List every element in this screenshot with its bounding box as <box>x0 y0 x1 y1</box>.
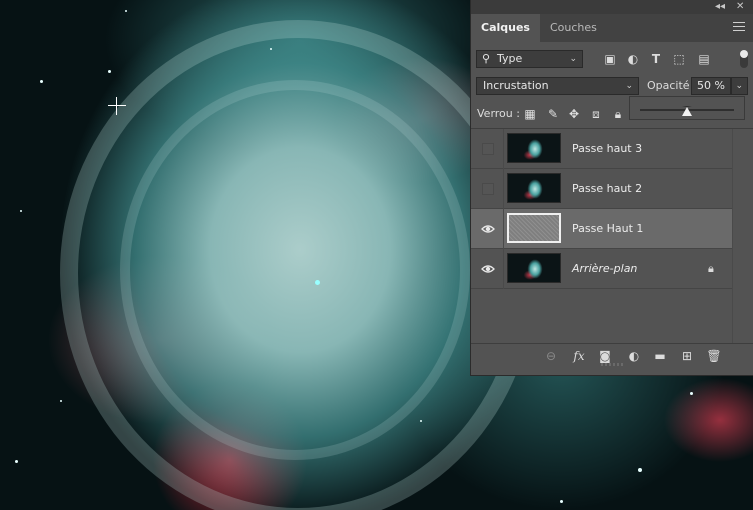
search-icon: ⚲ <box>482 52 491 65</box>
layer-lock-icon <box>708 222 720 236</box>
lock-position-icon[interactable]: ✥ <box>567 107 581 121</box>
layer-row[interactable]: Passe Haut 1 <box>471 209 734 249</box>
star <box>420 420 422 422</box>
chevron-down-icon: ⌄ <box>625 81 633 91</box>
layer-row[interactable]: Arrière-plan 🔒︎ <box>471 249 734 289</box>
visibility-toggle-icon[interactable] <box>481 262 495 276</box>
image-filter-icon[interactable]: ▣ <box>603 52 617 66</box>
collapse-panel-icon[interactable]: ◂◂ <box>715 0 725 14</box>
fx-icon[interactable]: fx <box>571 349 587 363</box>
panel-tabs: Calques Couches <box>471 14 753 42</box>
star <box>270 48 272 50</box>
layer-lock-icon <box>708 182 720 196</box>
layer-thumbnail <box>507 253 561 283</box>
adjustment-filter-icon[interactable]: ◐ <box>626 52 640 66</box>
panel-title-strip: ◂◂ ✕ <box>471 0 753 14</box>
opacity-input[interactable]: 50 % <box>691 77 731 95</box>
visibility-toggle-icon[interactable] <box>481 222 495 236</box>
opacity-label: Opacité : <box>647 79 697 92</box>
star <box>560 500 563 503</box>
opacity-value: 50 % <box>697 79 725 92</box>
lock-all-icon[interactable]: 🔒︎ <box>611 107 625 121</box>
layer-name: Passe haut 3 <box>572 142 643 155</box>
chevron-down-icon: ⌄ <box>735 81 743 91</box>
opacity-dropdown-button[interactable]: ⌄ <box>731 77 748 95</box>
text-filter-icon[interactable]: T <box>649 52 663 66</box>
layer-row[interactable]: Passe haut 2 <box>471 169 734 209</box>
lock-image-icon[interactable]: ✎ <box>546 107 560 121</box>
layers-list: Passe haut 3 Passe haut 2 Passe Haut 1 A… <box>471 129 734 289</box>
layer-thumbnail <box>507 133 561 163</box>
opacity-slider-popup <box>629 96 745 120</box>
nebula-inner-shell <box>120 80 470 460</box>
layer-thumbnail <box>507 213 561 243</box>
filter-toggle[interactable] <box>740 50 748 68</box>
lock-artboard-icon[interactable]: ⧈ <box>589 107 603 121</box>
layer-name: Passe Haut 1 <box>572 222 644 235</box>
smart-object-filter-icon[interactable]: ▤ <box>697 52 711 66</box>
star <box>20 210 22 212</box>
star <box>40 80 43 83</box>
tab-calques[interactable]: Calques <box>471 14 540 42</box>
opacity-slider-thumb[interactable] <box>682 106 692 116</box>
blend-mode-select[interactable]: Incrustation ⌄ <box>476 77 639 95</box>
adjustment-layer-icon[interactable]: ◐ <box>626 349 642 363</box>
panel-menu-icon[interactable] <box>733 22 745 32</box>
star <box>315 280 320 285</box>
lock-transparent-icon[interactable]: ▦ <box>523 107 537 121</box>
filter-kind-select[interactable]: ⚲ Type ⌄ <box>476 50 583 68</box>
close-panel-icon[interactable]: ✕ <box>736 0 744 14</box>
column-divider <box>503 169 504 209</box>
layers-scrollbar[interactable] <box>732 129 753 343</box>
star <box>60 400 62 402</box>
trash-icon[interactable]: 🗑︎ <box>706 349 722 363</box>
layer-lock-icon <box>708 142 720 156</box>
star <box>690 392 693 395</box>
layer-thumbnail <box>507 173 561 203</box>
column-divider <box>503 209 504 249</box>
tab-couches[interactable]: Couches <box>540 14 607 42</box>
layer-filter-row: ⚲ Type ⌄ ▣ ◐ T ⬚ ▤ <box>475 50 750 70</box>
column-divider <box>503 129 504 169</box>
resize-grip[interactable] <box>601 363 623 366</box>
crosshair-cursor-icon <box>108 97 126 115</box>
star <box>638 468 642 472</box>
layer-name: Passe haut 2 <box>572 182 643 195</box>
layer-lock-icon: 🔒︎ <box>708 262 714 275</box>
blend-opacity-row: Incrustation ⌄ Opacité : 50 % ⌄ <box>475 77 750 97</box>
star <box>15 460 18 463</box>
chevron-down-icon: ⌄ <box>569 54 577 64</box>
layer-row[interactable]: Passe haut 3 <box>471 129 734 169</box>
blend-mode-value: Incrustation <box>483 79 549 92</box>
shape-filter-icon[interactable]: ⬚ <box>672 52 686 66</box>
star <box>125 10 127 12</box>
layers-bottom-toolbar: ⊖ fx ◙ ◐ ▬ ⊞ 🗑︎ <box>471 343 753 368</box>
link-layers-icon[interactable]: ⊖ <box>543 349 559 363</box>
group-folder-icon[interactable]: ▬ <box>652 349 668 363</box>
layer-name: Arrière-plan <box>572 262 638 275</box>
mask-icon[interactable]: ◙ <box>597 349 613 363</box>
visibility-toggle-icon[interactable] <box>482 143 494 155</box>
star <box>108 70 111 73</box>
layers-panel: ◂◂ ✕ Calques Couches ⚲ Type ⌄ ▣ ◐ T ⬚ ▤ … <box>470 0 753 376</box>
filter-kind-value: Type <box>497 52 523 65</box>
lock-label: Verrou : <box>477 107 520 120</box>
visibility-toggle-icon[interactable] <box>482 183 494 195</box>
new-layer-icon[interactable]: ⊞ <box>679 349 695 363</box>
column-divider <box>503 249 504 289</box>
